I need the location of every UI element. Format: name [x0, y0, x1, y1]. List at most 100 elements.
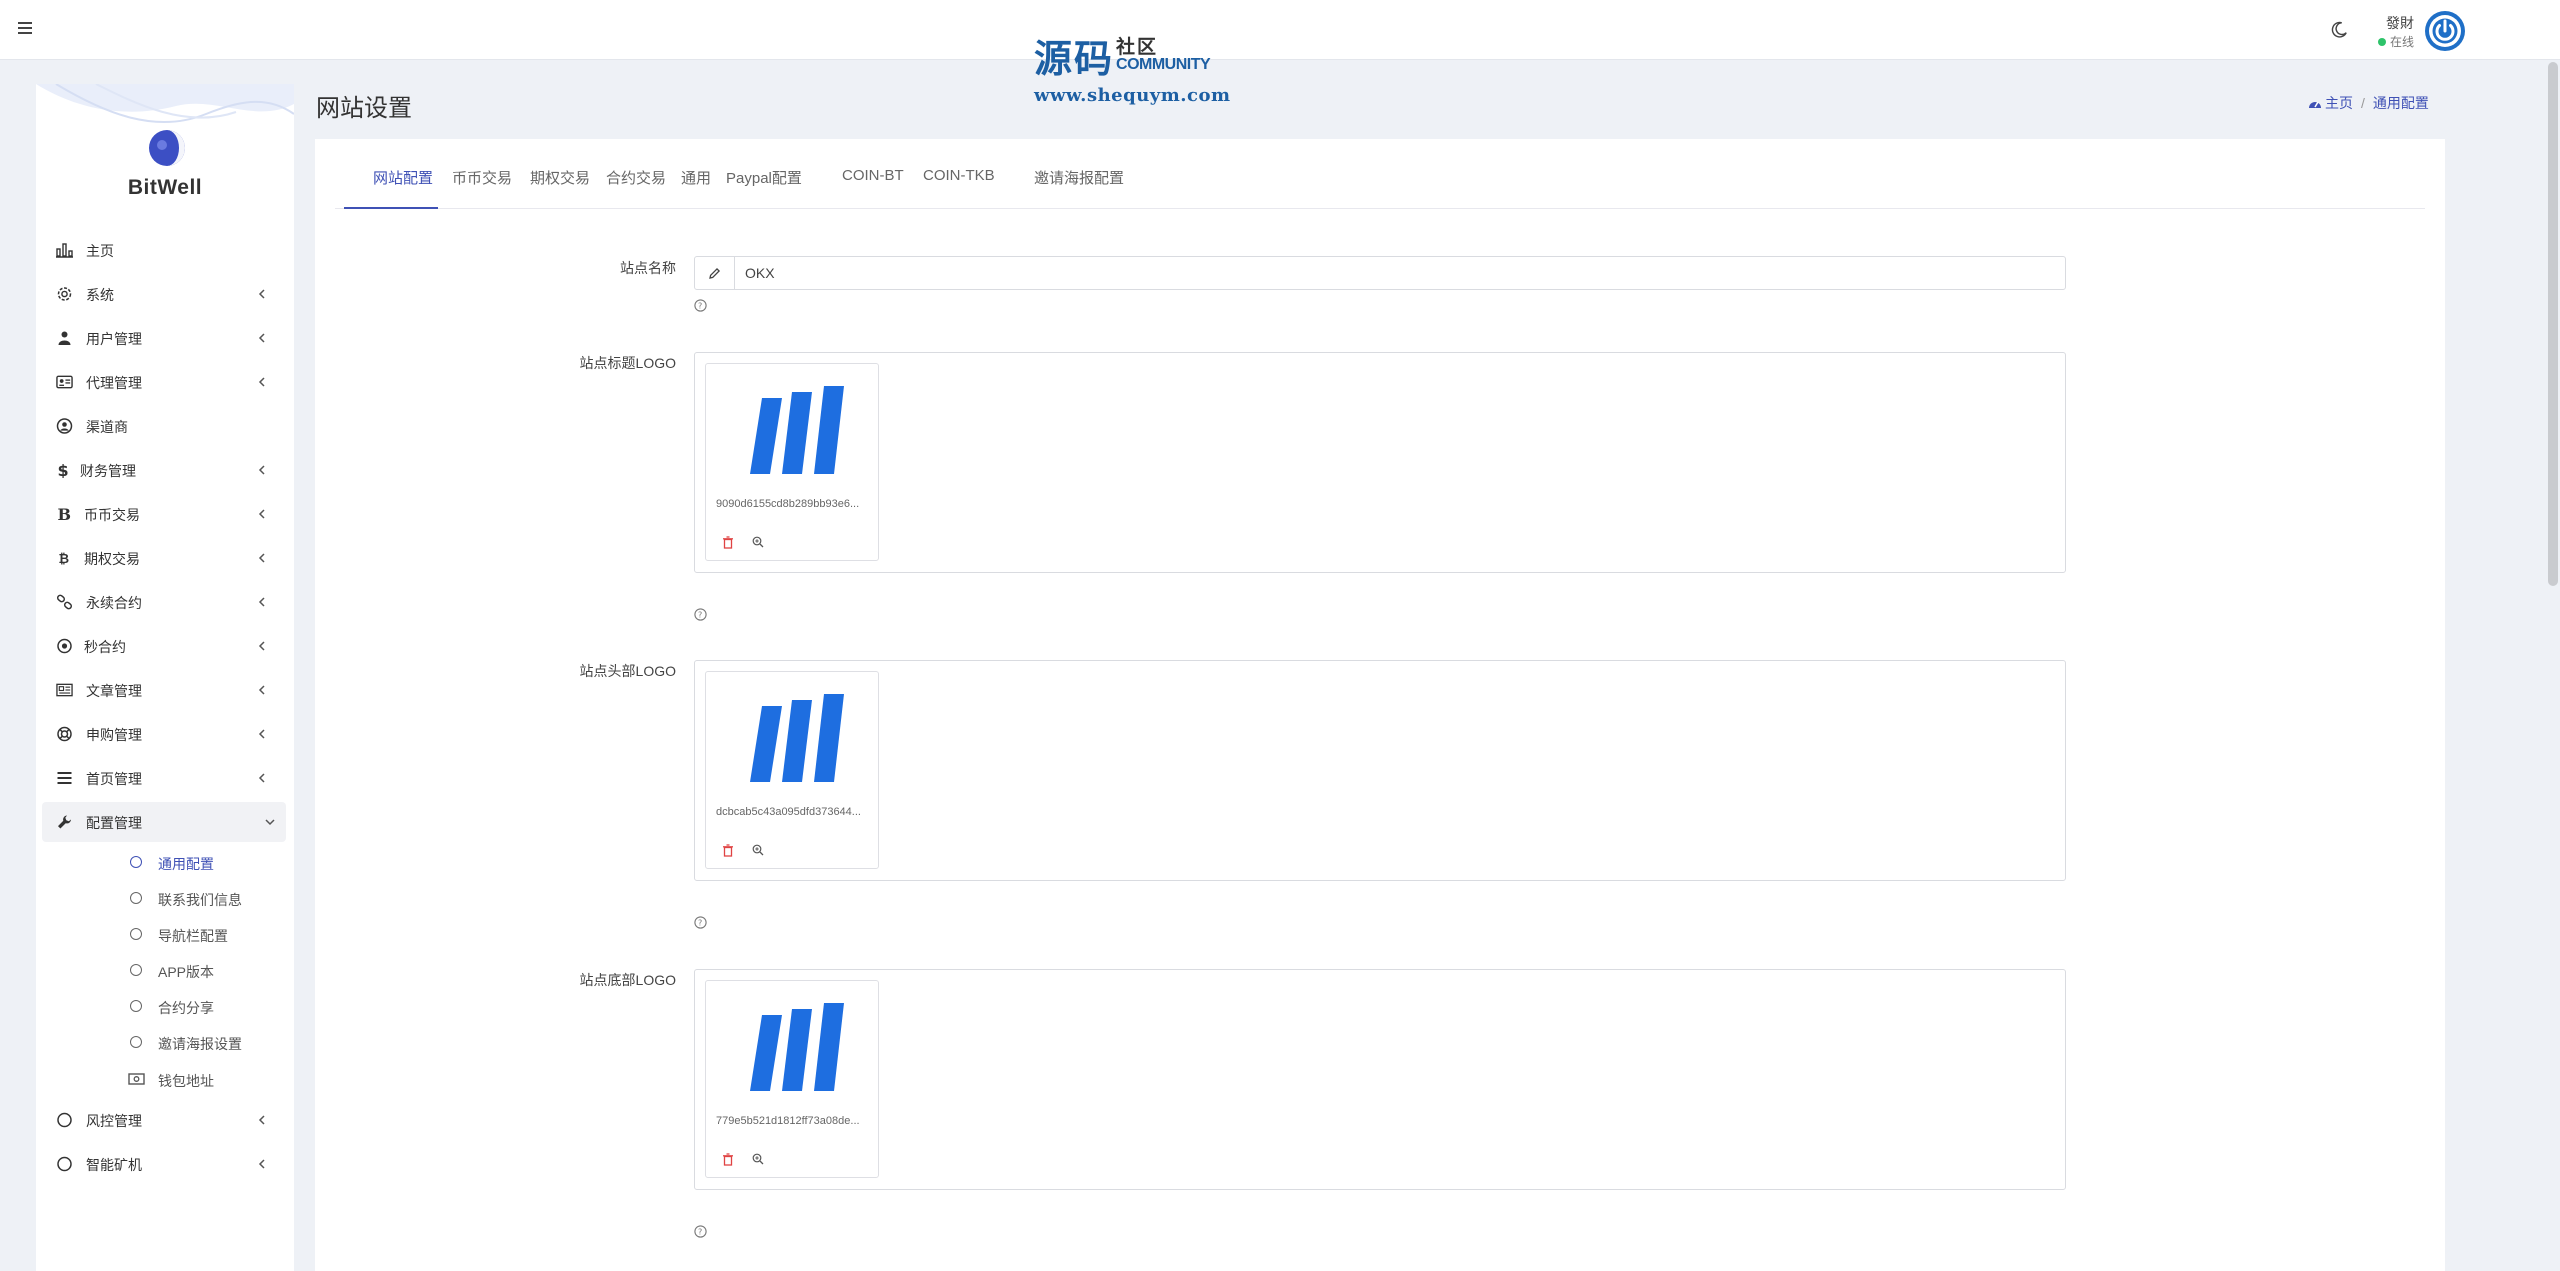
chevron-left-icon	[258, 773, 265, 783]
bitcoin-icon: ₿	[59, 552, 70, 566]
question-circle-icon[interactable]: ?	[694, 916, 707, 929]
sidebar-item-label: 渠道商	[86, 419, 128, 435]
online-dot-icon	[2378, 38, 2386, 46]
circle-icon	[130, 1036, 142, 1048]
trash-icon[interactable]	[722, 844, 734, 857]
logo-filename: 779e5b521d1812ff73a08de...	[716, 1115, 860, 1127]
tab-options-trading[interactable]: 期权交易	[530, 167, 590, 188]
breadcrumb-separator: /	[2361, 95, 2365, 111]
watermark-url: www.shequym.com	[1034, 85, 1231, 106]
moon-icon[interactable]	[2330, 21, 2348, 39]
tab-spot-trading[interactable]: 币币交易	[452, 167, 512, 188]
sidebar-item-label: 用户管理	[86, 331, 142, 347]
sidebar-subitem-label: APP版本	[158, 964, 215, 980]
sidebar-item-perpetual[interactable]: 永续合约	[36, 582, 294, 622]
newspaper-icon	[56, 683, 73, 697]
chevron-left-icon	[258, 553, 265, 563]
sidebar-item-label: 文章管理	[86, 683, 142, 699]
sidebar-item-subscription[interactable]: 申购管理	[36, 714, 294, 754]
sidebar-item-label: 主页	[86, 243, 114, 259]
sidebar-item-risk-control[interactable]: 风控管理	[36, 1100, 294, 1140]
tab-paypal-config[interactable]: Paypal配置	[726, 167, 802, 188]
sidebar-item-articles[interactable]: 文章管理	[36, 670, 294, 710]
lifebuoy-icon	[57, 726, 72, 742]
circle-icon	[57, 1112, 72, 1128]
tab-general[interactable]: 通用	[681, 167, 711, 188]
sidebar-item-mining[interactable]: 智能矿机	[36, 1144, 294, 1184]
sidebar-item-second-contract[interactable]: 秒合约	[36, 626, 294, 666]
question-circle-icon[interactable]: ?	[694, 608, 707, 621]
question-circle-icon[interactable]: ?	[694, 299, 707, 312]
sidebar-item-home[interactable]: 主页	[36, 230, 294, 270]
sidebar-subitem-invite-poster[interactable]: 邀请海报设置	[90, 1026, 290, 1058]
user-name[interactable]: 發財	[2386, 13, 2414, 33]
tab-invite-poster-config[interactable]: 邀请海报配置	[1034, 167, 1124, 188]
sidebar-subitem-label: 邀请海报设置	[158, 1036, 242, 1052]
user-circle-icon	[56, 418, 73, 434]
dollar-icon: $	[58, 462, 69, 478]
title-logo-upload[interactable]: 9090d6155cd8b289bb93e6...	[694, 352, 2066, 573]
sidebar-item-label: 永续合约	[86, 595, 142, 611]
question-circle-icon[interactable]: ?	[694, 1225, 707, 1238]
sidebar-subitem-navbar-config[interactable]: 导航栏配置	[90, 918, 290, 950]
money-icon	[128, 1073, 145, 1085]
sidebar-subitem-wallet-address[interactable]: 钱包地址	[90, 1062, 290, 1094]
tab-coin-tkb[interactable]: COIN-TKB	[923, 167, 995, 184]
tab-coin-bt[interactable]: COIN-BT	[842, 167, 904, 184]
zoom-in-icon[interactable]	[752, 844, 764, 856]
footer-logo-thumbnail: 779e5b521d1812ff73a08de...	[705, 980, 879, 1178]
header-logo-upload[interactable]: dcbcab5c43a095dfd373644...	[694, 660, 2066, 881]
chevron-left-icon	[258, 1115, 265, 1125]
sidebar-item-config[interactable]: 配置管理	[42, 802, 286, 842]
chevron-left-icon	[258, 729, 265, 739]
avatar[interactable]	[2425, 11, 2465, 51]
svg-text:B: B	[58, 506, 72, 522]
sidebar-subitem-contact-info[interactable]: 联系我们信息	[90, 882, 290, 914]
sidebar-item-homepage[interactable]: 首页管理	[36, 758, 294, 798]
breadcrumb-current[interactable]: 通用配置	[2373, 95, 2429, 111]
footer-logo-upload[interactable]: 779e5b521d1812ff73a08de...	[694, 969, 2066, 1190]
chevron-left-icon	[258, 333, 265, 343]
sidebar-item-spot-trading[interactable]: B 币币交易	[36, 494, 294, 534]
breadcrumb: 主页 / 通用配置	[2308, 93, 2429, 113]
svg-text:₿: ₿	[59, 552, 70, 566]
user-status: 在线	[2378, 33, 2414, 50]
sidebar-subitem-general-config[interactable]: 通用配置	[90, 846, 290, 878]
id-card-icon	[56, 375, 73, 389]
sidebar-subitem-contract-share[interactable]: 合约分享	[90, 990, 290, 1022]
sidebar-subitem-label: 导航栏配置	[158, 928, 228, 944]
tab-bar: 网站配置 币币交易 期权交易 合约交易 通用 Paypal配置 COIN-BT …	[335, 139, 2425, 209]
tab-site-config[interactable]: 网站配置	[373, 167, 433, 188]
letter-b-icon: B	[58, 506, 72, 522]
sidebar-item-label: 代理管理	[86, 375, 142, 391]
circle-icon	[130, 856, 142, 868]
sidebar-item-channels[interactable]: 渠道商	[36, 406, 294, 446]
svg-text:$: $	[58, 462, 69, 478]
sidebar-item-label: 系统	[86, 287, 114, 303]
svg-text:?: ?	[698, 611, 702, 620]
tachometer-icon	[2309, 101, 2321, 108]
chevron-left-icon	[258, 377, 265, 387]
logo-filename: dcbcab5c43a095dfd373644...	[716, 806, 861, 818]
page-scrollbar[interactable]	[2548, 62, 2558, 586]
hamburger-icon[interactable]	[18, 19, 38, 39]
active-tab-indicator	[344, 207, 438, 209]
breadcrumb-home[interactable]: 主页	[2325, 95, 2353, 111]
zoom-in-icon[interactable]	[752, 1153, 764, 1165]
sidebar-item-agents[interactable]: 代理管理	[36, 362, 294, 402]
sidebar-subitem-label: 通用配置	[158, 856, 214, 872]
trash-icon[interactable]	[722, 1153, 734, 1166]
trash-icon[interactable]	[722, 536, 734, 549]
title-logo-thumbnail: 9090d6155cd8b289bb93e6...	[705, 363, 879, 561]
sidebar-item-users[interactable]: 用户管理	[36, 318, 294, 358]
sidebar-subitem-app-version[interactable]: APP版本	[90, 954, 290, 986]
logo-image	[750, 694, 844, 782]
site-name-input[interactable]	[745, 257, 2045, 289]
sidebar-item-system[interactable]: 系统	[36, 274, 294, 314]
tab-contract-trading[interactable]: 合约交易	[606, 167, 666, 188]
sidebar-item-finance[interactable]: $ 财务管理	[36, 450, 294, 490]
zoom-in-icon[interactable]	[752, 536, 764, 548]
header-logo-thumbnail: dcbcab5c43a095dfd373644...	[705, 671, 879, 869]
sidebar-item-options[interactable]: ₿ 期权交易	[36, 538, 294, 578]
circle-icon	[130, 1000, 142, 1012]
